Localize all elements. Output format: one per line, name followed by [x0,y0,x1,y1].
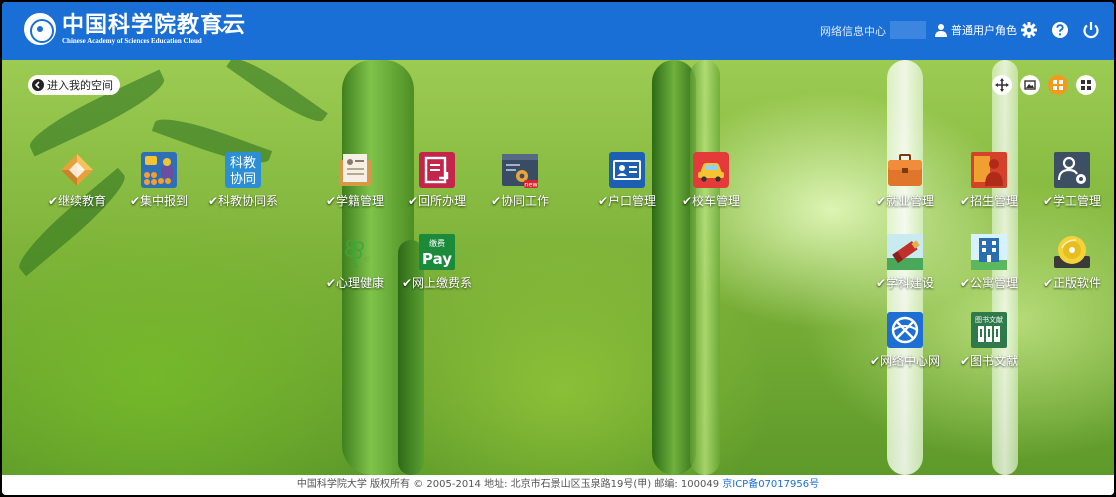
app-label: ✔继续教育 [47,194,107,208]
icp-link[interactable]: 京ICP备07017956号 [722,479,819,490]
software-disc-icon [1054,236,1090,268]
app-label: ✔户口管理 [597,194,657,208]
arrow-left-circle-icon [32,79,44,91]
top-header-bar: 中国科学院教育云 Chinese Academy of Sciences Edu… [2,2,1114,60]
app-online-payment[interactable]: 缴费 Pay ✔网上缴费系 [392,234,482,296]
app-label: ✔就业管理 [875,194,935,208]
app-label: ✔公寓管理 [959,276,1019,290]
id-card-icon [609,152,645,188]
footer: 中国科学院大学 版权所有 © 2005-2014 地址: 北京市石景山区玉泉路1… [2,475,1114,495]
icon-caption: Pay [422,250,452,268]
collaborative-work-icon: new [502,154,538,189]
icon-caption: 缴费 [429,238,445,248]
app-licensed-software[interactable]: ✔正版软件 [1027,234,1114,296]
app-label: ✔网络中心网 [869,354,941,368]
app-network-center[interactable]: ✔网络中心网 [860,312,950,374]
network-icon [887,312,923,348]
briefcase-icon [888,154,922,186]
app-shuttle-bus[interactable]: ✔校车管理 [666,152,756,214]
institute-affairs-icon [419,152,455,188]
app-label: ✔集中报到 [129,194,189,208]
help-icon[interactable] [1049,19,1071,41]
user-role-label: 普通用户角色 [951,24,1017,37]
grid-view-icon[interactable] [1048,75,1068,95]
continuing-education-icon [61,154,93,186]
network-center-link[interactable]: 网络信息中心 [820,23,886,39]
app-employment[interactable]: ✔就业管理 [860,152,950,214]
app-collaborative-work[interactable]: new ✔协同工作 [475,152,565,214]
apartment-icon [971,234,1007,270]
clover-icon: ♡ [345,239,370,269]
app-label: ✔招生管理 [959,194,1019,208]
svg-text:♡: ♡ [364,256,370,264]
chevron-down-icon[interactable] [212,20,232,38]
tile-view-icon[interactable] [1076,75,1096,95]
app-label: ✔学科建设 [875,276,935,290]
icon-caption: 协同 [230,172,256,187]
app-label: ✔图书文献 [959,354,1019,368]
app-label: ✔回所办理 [407,194,467,208]
car-icon [693,152,729,188]
app-label: ✔网上缴费系 [401,276,473,290]
enter-my-space-label: 进入我的空间 [47,79,113,92]
app-mental-health[interactable]: ♡ ✔心理健康 [310,234,400,296]
background-leaf [226,60,328,130]
app-household-registration[interactable]: ✔户口管理 [582,152,672,214]
user-icon [935,24,947,37]
wallpaper-icon[interactable] [1020,75,1040,95]
user-role-menu[interactable]: 普通用户角色 [934,22,1017,38]
icon-caption: 科教 [230,155,256,171]
enter-my-space-button[interactable]: 进入我的空间 [28,75,120,95]
browser-frame: 中国科学院教育云 Chinese Academy of Sciences Edu… [0,0,1116,497]
desktop-area: 进入我的空间 ✔继续教育 ✔集中报到 科教 协同 ✔科教协同系 ✔学籍管理 ✔回… [2,60,1114,475]
copyright-text: 中国科学院大学 版权所有 © 2005-2014 地址: 北京市石景山区玉泉路1… [296,479,720,490]
student-affairs-icon [1054,152,1090,188]
app-discipline-building[interactable]: ✔学科建设 [860,234,950,296]
app-apartment[interactable]: ✔公寓管理 [944,234,1034,296]
app-label: ✔科教协同系 [207,194,279,208]
app-label: ✔心理健康 [325,276,385,290]
student-records-icon [339,154,371,186]
app-label: ✔正版软件 [1042,276,1102,290]
power-icon[interactable] [1080,19,1102,41]
app-student-affairs[interactable]: ✔学工管理 [1027,152,1114,214]
registration-icon [141,152,177,188]
app-student-records[interactable]: ✔学籍管理 [310,152,400,214]
app-research-collaboration[interactable]: 科教 协同 ✔科教协同系 [198,152,288,214]
app-label: ✔校车管理 [681,194,741,208]
discipline-icon [887,234,923,270]
app-label: ✔协同工作 [490,194,550,208]
new-badge: new [524,181,538,189]
gear-icon[interactable] [1018,19,1040,41]
app-admissions[interactable]: ✔招生管理 [944,152,1034,214]
app-institute-affairs[interactable]: ✔回所办理 [392,152,482,214]
background-bamboo [690,60,720,475]
research-collaboration-icon: 科教 协同 [225,152,261,188]
username-box[interactable] [890,21,926,39]
pay-icon: 缴费 Pay [419,234,455,270]
app-label: ✔学工管理 [1042,194,1102,208]
app-continuing-education[interactable]: ✔继续教育 [32,152,122,214]
move-icon[interactable] [992,75,1012,95]
cas-seal-icon [24,13,56,45]
icon-caption: 图书文献 [975,315,1003,324]
app-library[interactable]: 图书文献 ✔图书文献 [944,312,1034,374]
library-icon: 图书文献 [971,312,1007,348]
admissions-icon [971,152,1007,188]
app-label: ✔学籍管理 [325,194,385,208]
app-centralized-registration[interactable]: ✔集中报到 [114,152,204,214]
